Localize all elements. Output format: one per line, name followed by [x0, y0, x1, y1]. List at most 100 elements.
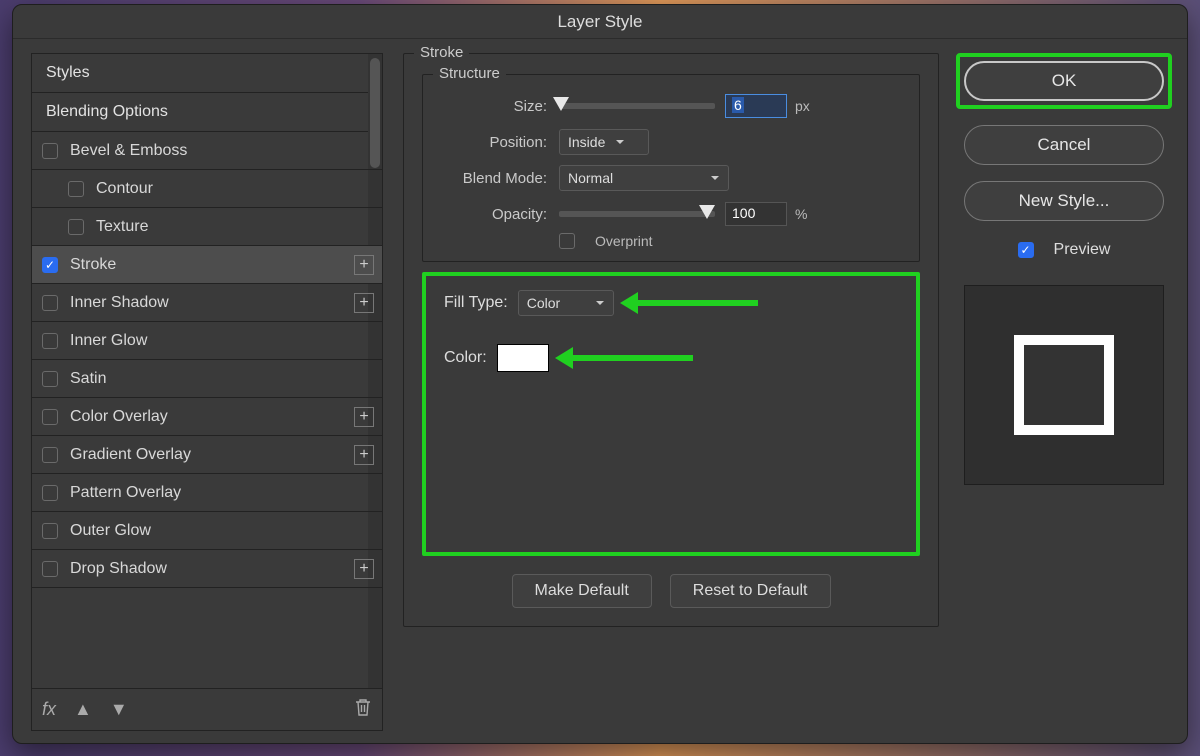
- effect-label: Drop Shadow: [70, 560, 167, 578]
- size-unit: px: [795, 98, 810, 114]
- default-buttons-row: Make Default Reset to Default: [422, 574, 920, 608]
- effect-label: Pattern Overlay: [70, 484, 181, 502]
- checkbox-icon[interactable]: [68, 219, 84, 235]
- reset-default-button[interactable]: Reset to Default: [670, 574, 831, 608]
- structure-fieldset: Structure Size: 6 px Position: Inside: [422, 74, 920, 262]
- checkbox-icon[interactable]: [42, 257, 58, 273]
- effect-texture[interactable]: Texture: [32, 208, 382, 246]
- new-style-button[interactable]: New Style...: [964, 181, 1164, 221]
- position-dropdown[interactable]: Inside: [559, 129, 649, 155]
- stroke-fieldset: Stroke Structure Size: 6 px Position: In…: [403, 53, 939, 627]
- color-row: Color:: [444, 344, 898, 372]
- structure-title: Structure: [433, 65, 506, 82]
- effect-label: Texture: [96, 218, 148, 236]
- effect-label: Color Overlay: [70, 408, 168, 426]
- fx-menu-icon[interactable]: fx: [42, 699, 56, 720]
- preview-swatch: [1014, 335, 1114, 435]
- effect-pattern-overlay[interactable]: Pattern Overlay: [32, 474, 382, 512]
- size-row: Size: 6 px: [439, 89, 903, 123]
- chevron-down-icon: [615, 134, 625, 150]
- dialog-title: Layer Style: [13, 5, 1187, 39]
- blendmode-row: Blend Mode: Normal: [439, 161, 903, 195]
- checkbox-icon[interactable]: [42, 485, 58, 501]
- effect-stroke[interactable]: Stroke +: [32, 246, 382, 284]
- filltype-row: Fill Type: Color: [444, 290, 898, 316]
- effects-sidebar: Styles Blending Options Bevel & Emboss C…: [31, 53, 383, 731]
- effect-label: Inner Shadow: [70, 294, 169, 312]
- trash-icon[interactable]: [354, 697, 372, 722]
- size-value: 6: [732, 97, 744, 113]
- effect-color-overlay[interactable]: Color Overlay +: [32, 398, 382, 436]
- filltype-dropdown[interactable]: Color: [518, 290, 614, 316]
- color-label: Color:: [444, 349, 487, 367]
- effect-label: Inner Glow: [70, 332, 147, 350]
- checkbox-icon[interactable]: [42, 409, 58, 425]
- checkbox-icon[interactable]: [42, 523, 58, 539]
- position-label: Position:: [439, 134, 547, 151]
- filltype-label: Fill Type:: [444, 294, 508, 312]
- opacity-label: Opacity:: [439, 206, 547, 223]
- overprint-checkbox[interactable]: [559, 233, 575, 249]
- annotation-highlight-box: Fill Type: Color Color:: [422, 272, 920, 556]
- effect-gradient-overlay[interactable]: Gradient Overlay +: [32, 436, 382, 474]
- position-value: Inside: [568, 134, 605, 150]
- preview-label: Preview: [1054, 241, 1111, 259]
- size-label: Size:: [439, 98, 547, 115]
- effect-contour[interactable]: Contour: [32, 170, 382, 208]
- effect-satin[interactable]: Satin: [32, 360, 382, 398]
- blendmode-dropdown[interactable]: Normal: [559, 165, 729, 191]
- add-effect-icon[interactable]: +: [354, 293, 374, 313]
- slider-knob-icon[interactable]: [699, 205, 715, 219]
- add-effect-icon[interactable]: +: [354, 255, 374, 275]
- make-default-button[interactable]: Make Default: [512, 574, 652, 608]
- filltype-value: Color: [527, 295, 560, 311]
- effect-label: Stroke: [70, 256, 116, 274]
- checkbox-icon[interactable]: [42, 333, 58, 349]
- blending-options[interactable]: Blending Options: [32, 93, 382, 132]
- move-down-icon[interactable]: ▼: [110, 699, 128, 720]
- checkbox-icon[interactable]: [42, 561, 58, 577]
- effect-inner-shadow[interactable]: Inner Shadow +: [32, 284, 382, 322]
- effect-label: Bevel & Emboss: [70, 142, 187, 160]
- checkbox-icon[interactable]: [42, 143, 58, 159]
- size-slider[interactable]: [559, 103, 715, 109]
- chevron-down-icon: [710, 170, 720, 186]
- checkbox-icon[interactable]: [42, 371, 58, 387]
- slider-knob-icon[interactable]: [553, 97, 569, 111]
- annotation-highlight-box: OK: [956, 53, 1172, 109]
- effect-label: Outer Glow: [70, 522, 151, 540]
- overprint-label: Overprint: [595, 233, 653, 249]
- opacity-unit: %: [795, 206, 807, 222]
- preview-row: Preview: [1018, 241, 1111, 259]
- effect-drop-shadow[interactable]: Drop Shadow +: [32, 550, 382, 588]
- add-effect-icon[interactable]: +: [354, 559, 374, 579]
- move-up-icon[interactable]: ▲: [74, 699, 92, 720]
- preview-checkbox[interactable]: [1018, 242, 1034, 258]
- size-input[interactable]: 6: [725, 94, 787, 118]
- effect-bevel-emboss[interactable]: Bevel & Emboss: [32, 132, 382, 170]
- effect-label: Satin: [70, 370, 106, 388]
- add-effect-icon[interactable]: +: [354, 445, 374, 465]
- add-effect-icon[interactable]: +: [354, 407, 374, 427]
- sidebar-footer: fx ▲ ▼: [31, 689, 383, 731]
- layer-style-dialog: Layer Style Styles Blending Options Beve…: [12, 4, 1188, 744]
- color-swatch[interactable]: [497, 344, 549, 372]
- styles-header[interactable]: Styles: [32, 54, 382, 93]
- ok-button[interactable]: OK: [964, 61, 1164, 101]
- effect-label: Gradient Overlay: [70, 446, 191, 464]
- checkbox-icon[interactable]: [42, 447, 58, 463]
- effect-label: Contour: [96, 180, 153, 198]
- checkbox-icon[interactable]: [42, 295, 58, 311]
- effects-list: Styles Blending Options Bevel & Emboss C…: [31, 53, 383, 689]
- effect-inner-glow[interactable]: Inner Glow: [32, 322, 382, 360]
- opacity-slider[interactable]: [559, 211, 715, 217]
- cancel-button[interactable]: Cancel: [964, 125, 1164, 165]
- checkbox-icon[interactable]: [68, 181, 84, 197]
- dialog-actions: OK Cancel New Style... Preview: [959, 53, 1169, 731]
- effect-outer-glow[interactable]: Outer Glow: [32, 512, 382, 550]
- annotation-arrow-icon: [638, 300, 758, 306]
- opacity-input[interactable]: 100: [725, 202, 787, 226]
- opacity-value: 100: [732, 205, 755, 221]
- opacity-row: Opacity: 100 %: [439, 197, 903, 231]
- settings-panel: Stroke Structure Size: 6 px Position: In…: [403, 53, 939, 731]
